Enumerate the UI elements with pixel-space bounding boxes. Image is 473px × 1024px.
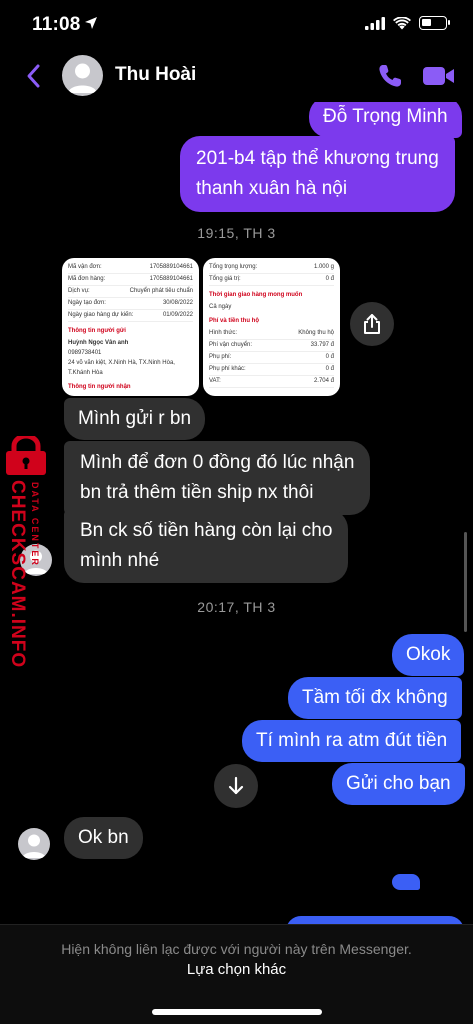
sender-address: 24 võ văn kiệt, X.Ninh Hà, TX.Ninh Hòa, xyxy=(68,360,175,366)
message-bubble-incoming[interactable]: Bn ck số tiền hàng còn lại cho mình nhé xyxy=(64,509,349,583)
scrollbar[interactable] xyxy=(464,532,467,632)
share-icon xyxy=(364,314,380,334)
other-options-button[interactable]: Lựa chọn khác xyxy=(0,961,473,978)
sender-name: Huỳnh Ngọc Vân anh xyxy=(68,340,129,346)
default-avatar-icon xyxy=(22,834,46,858)
message-text: Mình gửi r bn xyxy=(78,408,192,429)
shipping-fee-image[interactable]: Tổng trọng lượng: 1.000 g Tổng giá trị: 0 … xyxy=(203,258,340,396)
scroll-to-bottom-button[interactable] xyxy=(214,764,258,808)
watermark-tagline: DATA CENTER xyxy=(30,482,40,567)
receipt-row: Mã đơn hàng: 1705889104661 xyxy=(68,274,193,286)
signal-icon xyxy=(365,16,385,30)
message-bubble-outgoing[interactable]: Gửi cho bạn xyxy=(332,763,465,805)
message-text: Gửi cho bạn xyxy=(346,773,451,794)
receipt-section-title: Thời gian giao hàng mong muốn xyxy=(209,292,303,298)
message-text-line: 201-b4 tập thể khương trung xyxy=(196,148,439,169)
video-call-icon[interactable] xyxy=(422,64,456,88)
timestamp: 20:17, TH 3 xyxy=(197,599,276,615)
message-text-line: Mình để đơn 0 đồng đó lúc nhận xyxy=(80,452,355,473)
receipt-section-title: Thông tin người nhận xyxy=(68,384,131,390)
battery-icon xyxy=(419,16,450,30)
message-text: Ok bn xyxy=(78,827,129,848)
contact-avatar[interactable] xyxy=(62,55,103,96)
chat-header: Thu Hoài xyxy=(0,50,473,102)
receipt-section-title: Phí và tiền thu hộ xyxy=(209,318,260,324)
contact-name[interactable]: Thu Hoài xyxy=(115,64,196,86)
back-button[interactable] xyxy=(22,62,46,90)
receipt-row: Phí vận chuyển: 33.797 đ xyxy=(209,340,334,352)
message-bubble-outgoing[interactable]: Đỗ Trọng Minh xyxy=(309,102,462,138)
message-bubble-outgoing-partial[interactable] xyxy=(286,916,464,924)
phone-call-icon[interactable] xyxy=(376,62,404,90)
receipt-row: Dịch vụ: Chuyển phát tiêu chuẩn xyxy=(68,286,193,298)
message-text-line: Bn ck số tiền hàng còn lại cho xyxy=(80,520,333,541)
sender-phone: 0989738401 xyxy=(68,350,102,356)
message-list[interactable]: Đỗ Trọng Minh 201-b4 tập thể khương trun… xyxy=(0,102,473,924)
watermark-brand: CHECKSCAM.INFO xyxy=(7,480,28,669)
message-text-line: bn trả thêm tiền ship nx thôi xyxy=(80,482,314,503)
message-text: Tí mình ra atm đút tiền xyxy=(256,730,448,751)
message-bubble-outgoing[interactable]: Tầm tối đx không xyxy=(288,677,462,719)
message-text: Okok xyxy=(406,644,451,665)
status-bar: 11:08 xyxy=(0,0,473,50)
message-bubble-outgoing[interactable]: Okok xyxy=(392,634,465,676)
receipt-row: Ngày tạo đơn: 30/08/2022 xyxy=(68,298,193,310)
message-bubble-outgoing[interactable]: 201-b4 tập thể khương trung thanh xuân h… xyxy=(180,136,455,212)
status-indicators xyxy=(365,16,450,30)
receipt-row: Phụ phí: 0 đ xyxy=(209,352,334,364)
receipt-row: VAT: 2.704 đ xyxy=(209,376,334,388)
message-bubble-outgoing[interactable]: Tí mình ra atm đút tiền xyxy=(242,720,462,762)
shipping-receipt-image[interactable]: Mã vận đơn: 1705889104661 Mã đơn hàng: 170… xyxy=(62,258,199,396)
message-bubble-incoming[interactable]: Ok bn xyxy=(64,817,143,859)
message-bubble-incoming[interactable]: Mình gửi r bn xyxy=(64,398,206,440)
arrow-down-icon xyxy=(228,776,244,795)
share-button[interactable] xyxy=(350,302,394,346)
timestamp: 19:15, TH 3 xyxy=(197,225,276,241)
receipt-row: Hình thức: Không thu hộ xyxy=(209,328,334,340)
receipt-row: Ngày giao hàng dự kiến: 01/09/2022 xyxy=(68,310,193,322)
message-bubble-incoming[interactable]: Mình để đơn 0 đồng đó lúc nhận bn trả th… xyxy=(64,441,371,515)
receipt-row: Tổng giá trị: 0 đ xyxy=(209,274,334,286)
sender-address: T.Khánh Hòa xyxy=(68,370,103,376)
home-indicator[interactable] xyxy=(152,1009,322,1015)
contact-avatar-small[interactable] xyxy=(18,828,50,860)
receipt-row: Tổng trọng lượng: 1.000 g xyxy=(209,262,334,274)
location-arrow-icon xyxy=(85,17,97,29)
status-time: 11:08 xyxy=(32,14,81,35)
message-text: Tầm tối đx không xyxy=(302,687,448,708)
delivery-time: Cả ngày xyxy=(209,304,232,310)
message-text-line: mình nhé xyxy=(80,550,160,571)
composer-unavailable-footer: Hiện không liên lạc được với người này t… xyxy=(0,924,473,1024)
receipt-section-title: Thông tin người gửi xyxy=(68,328,126,334)
receipt-row: Mã vận đơn: 1705889104661 xyxy=(68,262,193,274)
receipt-row: Phụ phí khác: 0 đ xyxy=(209,364,334,376)
lock-logo-icon xyxy=(6,436,46,475)
message-bubble-outgoing[interactable] xyxy=(392,874,420,890)
default-avatar-icon xyxy=(68,63,97,93)
wifi-icon xyxy=(393,16,411,29)
message-text-line: thanh xuân hà nội xyxy=(196,178,348,199)
unavailable-notice: Hiện không liên lạc được với người này t… xyxy=(61,941,412,957)
message-text: Đỗ Trọng Minh xyxy=(323,106,448,127)
